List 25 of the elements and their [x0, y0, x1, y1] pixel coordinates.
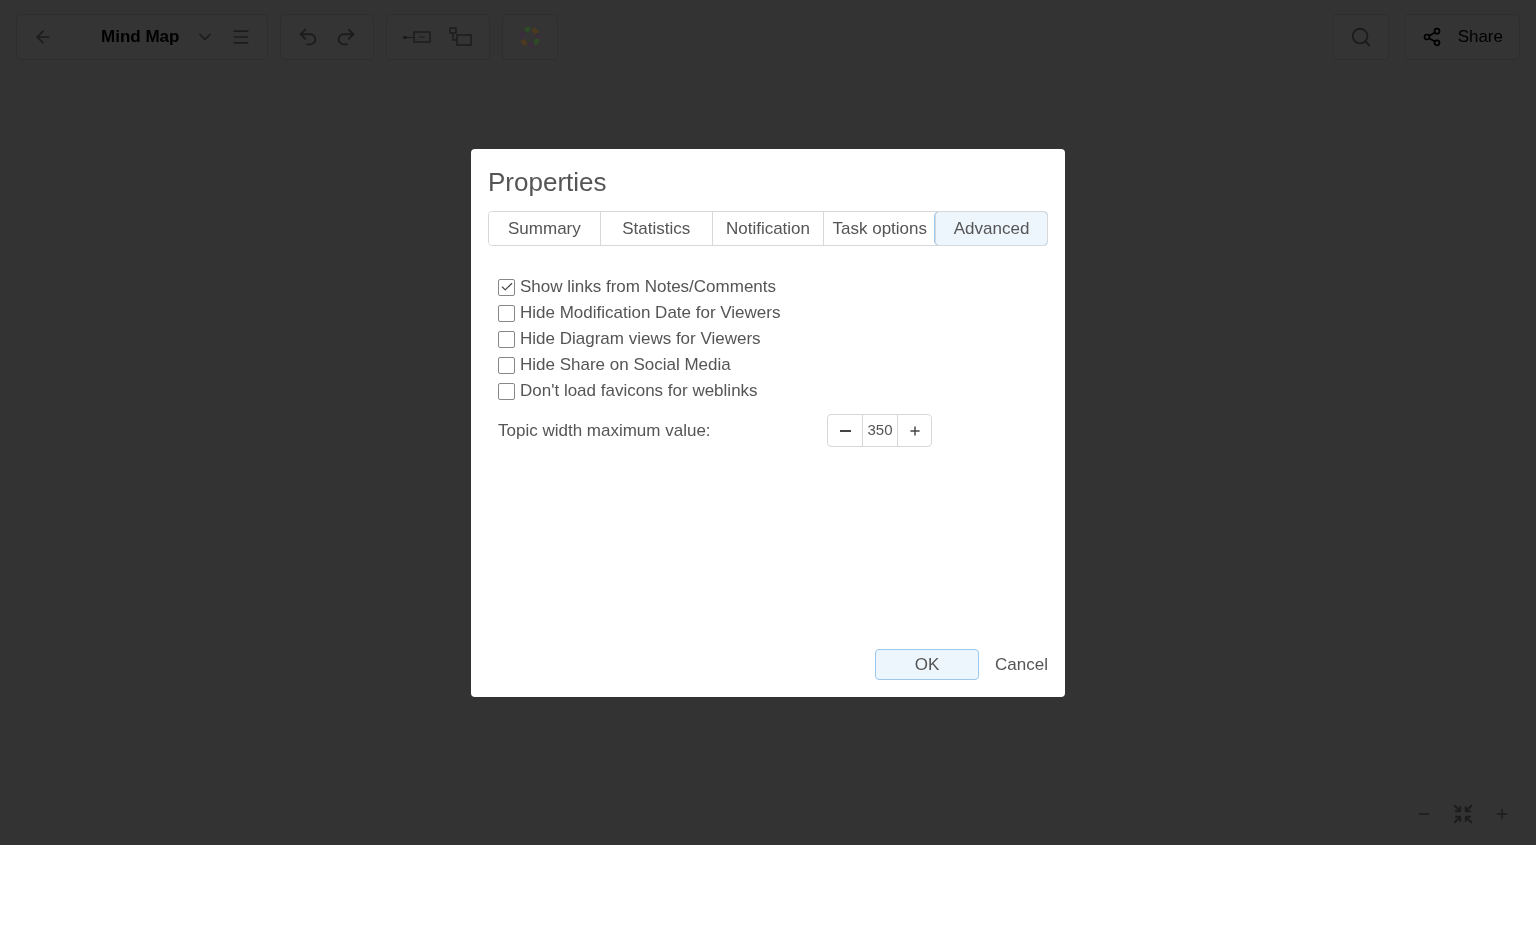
checkbox-label: Don't load favicons for weblinks: [520, 380, 758, 403]
checkbox-label: Show links from Notes/Comments: [520, 276, 777, 299]
checkbox-label: Hide Modification Date for Viewers: [520, 302, 781, 325]
plus-icon: [907, 423, 922, 438]
color-wheel-icon[interactable]: [519, 26, 542, 48]
minus-icon: [839, 429, 851, 432]
checkbox[interactable]: [498, 278, 515, 296]
add-topic-icon[interactable]: [403, 29, 434, 45]
share-icon: [1421, 27, 1442, 47]
checkbox-label: Hide Share on Social Media: [520, 354, 731, 377]
checkbox[interactable]: [498, 356, 515, 374]
dialog-title: Properties: [488, 166, 608, 199]
number-field[interactable]: 350: [862, 415, 898, 446]
number-stepper[interactable]: 350: [827, 414, 932, 447]
checkbox[interactable]: [498, 382, 515, 400]
fit-icon[interactable]: [1452, 803, 1474, 825]
checkbox[interactable]: [498, 304, 515, 322]
search-icon[interactable]: [1349, 26, 1372, 48]
cancel-button[interactable]: Cancel: [995, 651, 1048, 678]
tab[interactable]: Advanced: [935, 212, 1047, 245]
checkbox-label: Hide Diagram views for Viewers: [520, 328, 761, 351]
check-icon: [499, 280, 514, 294]
checkbox[interactable]: [498, 330, 515, 348]
field-label: Topic width maximum value:: [498, 419, 712, 442]
ok-button[interactable]: OK: [875, 649, 980, 680]
